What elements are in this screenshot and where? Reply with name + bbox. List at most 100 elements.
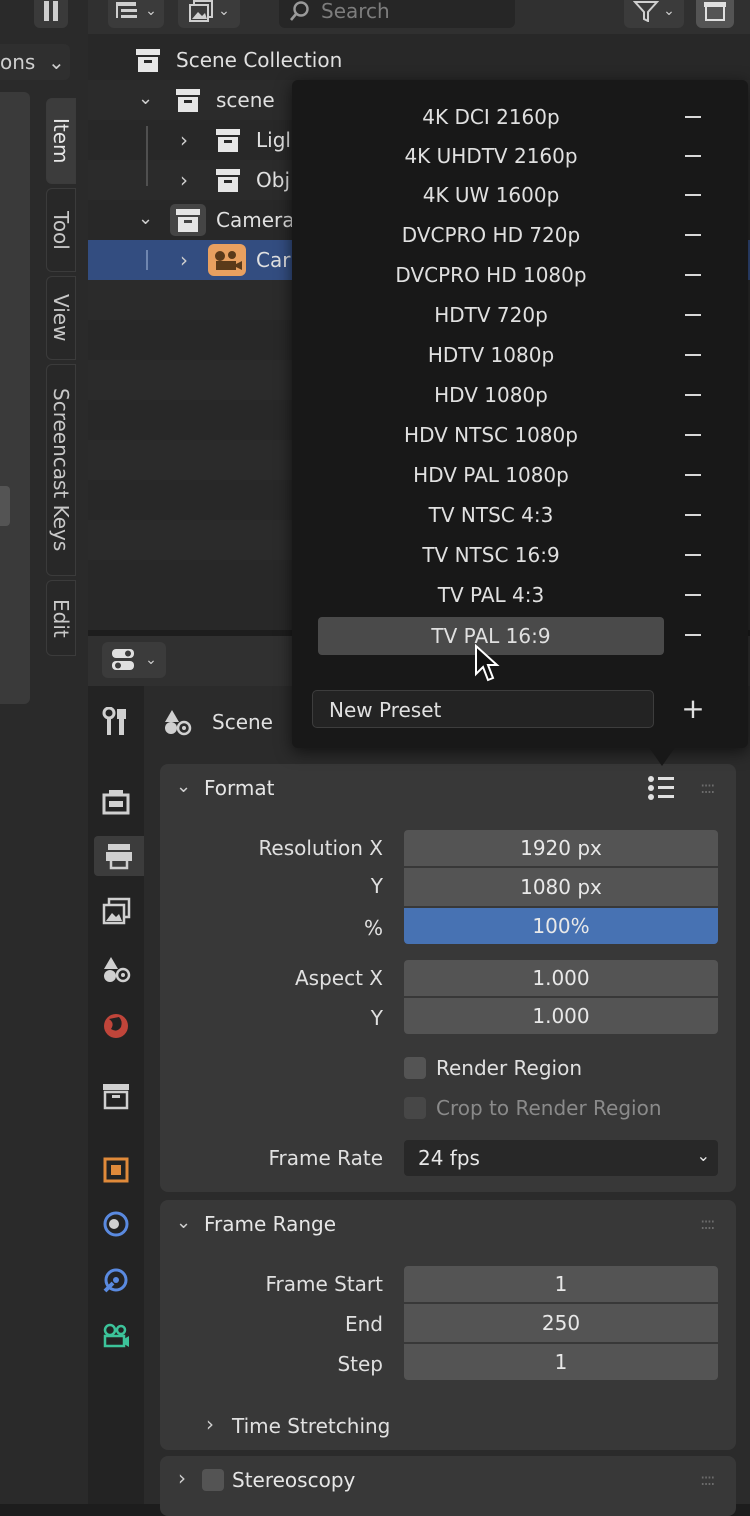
constraints-tab[interactable] xyxy=(96,1260,136,1300)
remove-preset-icon[interactable] xyxy=(682,256,704,294)
viewport-mode-dropdown[interactable]: ons ⌄ xyxy=(0,44,70,80)
crop-region-label[interactable]: Crop to Render Region xyxy=(436,1096,662,1120)
resolution-x-field[interactable]: 1920 px xyxy=(404,830,718,866)
new-preset-input[interactable]: New Preset xyxy=(312,690,654,728)
new-collection-button[interactable] xyxy=(696,0,734,28)
world-icon xyxy=(104,1014,128,1038)
preset-item[interactable]: TV NTSC 4:3 xyxy=(318,496,664,534)
tree-line xyxy=(146,126,148,186)
remove-preset-icon[interactable] xyxy=(682,416,704,454)
preset-item[interactable]: HDV NTSC 1080p xyxy=(318,416,664,454)
remove-preset-icon[interactable] xyxy=(682,296,704,334)
printer-icon xyxy=(106,844,132,870)
chevron-down-icon[interactable]: ⌄ xyxy=(176,1212,191,1233)
frame-start-field[interactable]: 1 xyxy=(404,1266,718,1302)
physics-tab[interactable] xyxy=(96,1204,136,1244)
remove-preset-icon[interactable] xyxy=(682,176,704,214)
collection-tab[interactable] xyxy=(96,1076,136,1116)
view-layer-tab[interactable] xyxy=(96,892,136,932)
remove-preset-icon[interactable] xyxy=(682,496,704,534)
tool-tab[interactable] xyxy=(96,702,136,742)
popup-pointer xyxy=(648,746,676,766)
preset-item[interactable]: TV NTSC 16:9 xyxy=(318,536,664,574)
preset-item[interactable]: DVCPRO HD 720p xyxy=(318,216,664,254)
object-tab[interactable] xyxy=(96,1150,136,1190)
tab-screencast-keys[interactable]: Screencast Keys xyxy=(46,364,76,576)
chevron-down-icon[interactable]: ⌄ xyxy=(138,88,153,109)
frame-end-field[interactable]: 250 xyxy=(404,1304,718,1342)
search-input[interactable]: Search xyxy=(279,0,515,28)
frame-rate-select[interactable]: 24 fps ⌄ xyxy=(404,1140,718,1176)
crop-region-checkbox[interactable] xyxy=(404,1097,426,1119)
display-mode-button[interactable]: ⌄ xyxy=(108,0,164,28)
pause-button[interactable] xyxy=(34,0,68,28)
constraint-icon xyxy=(103,1268,128,1293)
chevron-right-icon[interactable]: › xyxy=(180,168,188,192)
remove-preset-icon[interactable] xyxy=(682,98,704,136)
filter-data-button[interactable]: ⌄ xyxy=(178,0,240,28)
drag-grip-icon[interactable]: :::: xyxy=(700,1470,716,1489)
presets-list-icon[interactable] xyxy=(646,774,678,802)
chevron-right-icon[interactable]: › xyxy=(178,1466,186,1490)
panel-title[interactable]: Stereoscopy xyxy=(232,1468,355,1492)
scene-icon xyxy=(104,957,131,983)
remove-preset-icon[interactable] xyxy=(682,137,704,175)
remove-preset-icon[interactable] xyxy=(682,616,704,654)
outliner-row[interactable]: Scene Collection xyxy=(88,40,750,80)
tab-item[interactable]: Item xyxy=(46,98,76,184)
remove-preset-icon[interactable] xyxy=(682,336,704,374)
preset-item[interactable]: TV PAL 4:3 xyxy=(318,576,664,614)
frame-end-label: End xyxy=(344,1312,383,1336)
stereoscopy-checkbox[interactable] xyxy=(202,1469,224,1491)
preset-item[interactable]: 4K DCI 2160p xyxy=(318,98,664,136)
editor-type-button[interactable]: ⌄ xyxy=(102,642,166,678)
resolution-y-field[interactable]: 1080 px xyxy=(404,868,718,906)
data-tab[interactable] xyxy=(96,1316,136,1356)
chevron-down-icon[interactable]: ⌄ xyxy=(176,776,191,797)
preset-item[interactable]: 4K UW 1600p xyxy=(318,176,664,214)
panel-title[interactable]: Frame Range xyxy=(204,1212,336,1236)
chevron-right-icon[interactable]: › xyxy=(206,1412,214,1436)
preset-item[interactable]: HDTV 1080p xyxy=(318,336,664,374)
tab-edit[interactable]: Edit xyxy=(46,580,76,656)
outliner-row-label: Obj xyxy=(256,168,290,192)
preset-item[interactable]: 4K UHDTV 2160p xyxy=(318,137,664,175)
preset-item[interactable]: DVCPRO HD 1080p xyxy=(318,256,664,294)
panel-title[interactable]: Format xyxy=(204,776,274,800)
chevron-down-icon[interactable]: ⌄ xyxy=(138,208,153,229)
collection-box-icon xyxy=(103,1084,129,1110)
tab-view[interactable]: View xyxy=(46,276,76,360)
scene-icon xyxy=(162,706,194,738)
render-tab[interactable] xyxy=(96,782,136,822)
filter-button[interactable]: ⌄ xyxy=(624,0,684,28)
aspect-y-field[interactable]: 1.000 xyxy=(404,998,718,1034)
remove-preset-icon[interactable] xyxy=(682,456,704,494)
frame-step-field[interactable]: 1 xyxy=(404,1344,718,1380)
remove-preset-icon[interactable] xyxy=(682,576,704,614)
output-tab[interactable] xyxy=(94,836,144,876)
resolution-percent-label: % xyxy=(363,916,383,940)
add-preset-button[interactable]: + xyxy=(680,692,706,726)
scene-tab[interactable] xyxy=(96,950,136,990)
resolution-percent-slider[interactable]: 100% xyxy=(404,908,718,944)
drag-grip-icon[interactable]: :::: xyxy=(700,778,716,797)
remove-preset-icon[interactable] xyxy=(682,376,704,414)
preset-item[interactable]: HDV 1080p xyxy=(318,376,664,414)
tab-tool[interactable]: Tool xyxy=(46,188,76,272)
preset-item[interactable]: HDV PAL 1080p xyxy=(318,456,664,494)
world-tab[interactable] xyxy=(96,1006,136,1046)
time-stretching-subpanel[interactable]: Time Stretching xyxy=(232,1414,390,1438)
new-collection-icon xyxy=(704,2,726,21)
drag-grip-icon[interactable]: :::: xyxy=(700,1214,716,1233)
preset-item[interactable]: HDTV 720p xyxy=(318,296,664,334)
chevron-right-icon[interactable]: › xyxy=(180,128,188,152)
viewport-field[interactable] xyxy=(0,486,10,526)
chevron-right-icon[interactable]: › xyxy=(180,248,188,272)
render-region-label[interactable]: Render Region xyxy=(436,1056,582,1080)
remove-preset-icon[interactable] xyxy=(682,216,704,254)
mouse-cursor-icon xyxy=(474,644,500,684)
aspect-x-label: Aspect X xyxy=(295,966,383,990)
aspect-x-field[interactable]: 1.000 xyxy=(404,960,718,996)
render-region-checkbox[interactable] xyxy=(404,1057,426,1079)
remove-preset-icon[interactable] xyxy=(682,536,704,574)
